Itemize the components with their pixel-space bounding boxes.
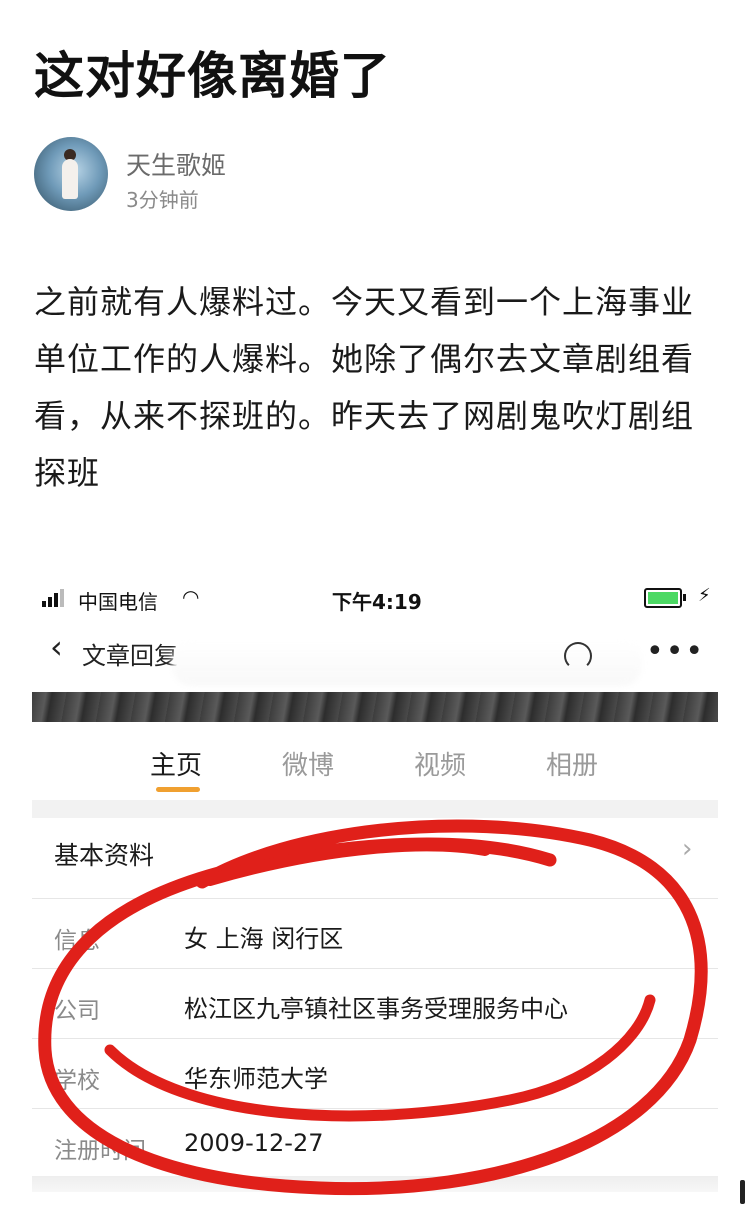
avatar-figure-body <box>62 159 78 199</box>
info-row-registered: 注册时间 2009-12-27 <box>32 1108 718 1179</box>
back-arrow-icon[interactable]: ‹ <box>50 628 63 666</box>
row-label: 公司 <box>54 998 100 1024</box>
info-row-company: 公司 松江区九亭镇社区事务受理服务中心 <box>32 968 718 1039</box>
post-body: 之前就有人爆料过。今天又看到一个上海事业单位工作的人爆料。她除了偶尔去文章剧组看… <box>34 283 695 492</box>
profile-nav-bar: ‹ 文章回复 ••• <box>32 620 718 686</box>
row-value: 女 上海 闵行区 <box>184 925 344 953</box>
more-icon[interactable]: ••• <box>646 634 705 669</box>
basic-info-header[interactable]: 基本资料 › <box>32 818 718 878</box>
status-bar: 中国电信 ◠ 下午4:19 ⚡ <box>32 580 718 618</box>
refresh-icon[interactable] <box>564 642 592 670</box>
status-time: 下午4:19 <box>332 590 422 614</box>
battery-icon <box>644 588 686 608</box>
author-avatar[interactable] <box>34 137 108 211</box>
post-time: 3分钟前 <box>126 188 199 212</box>
row-label: 信息 <box>54 928 100 954</box>
row-label: 注册时间 <box>54 1138 146 1164</box>
author-name[interactable]: 天生歌姬 <box>126 146 226 182</box>
row-value: 松江区九亭镇社区事务受理服务中心 <box>184 995 568 1023</box>
tab-album[interactable]: 相册 <box>546 745 598 782</box>
profile-name: 文章回复 <box>82 642 178 670</box>
info-row-school: 学校 华东师范大学 <box>32 1038 718 1109</box>
carrier-name: 中国电信 <box>78 590 158 614</box>
wifi-icon: ◠ <box>182 585 200 609</box>
profile-tabs: 主页 微博 视频 相册 <box>32 735 718 795</box>
tab-video[interactable]: 视频 <box>414 745 466 782</box>
post-title: 这对好像离婚了 <box>34 47 391 105</box>
chevron-right-icon: › <box>682 834 693 864</box>
charging-icon: ⚡ <box>698 585 711 606</box>
cover-image <box>32 692 718 722</box>
tab-home[interactable]: 主页 <box>150 745 202 782</box>
tab-weibo[interactable]: 微博 <box>282 745 334 782</box>
watermark-strip <box>32 1176 718 1192</box>
row-label: 学校 <box>54 1068 100 1094</box>
embedded-profile-screenshot: 中国电信 ◠ 下午4:19 ⚡ ‹ 文章回复 ••• 主页 微博 视频 相册 基… <box>32 580 718 1192</box>
row-value: 华东师范大学 <box>184 1065 328 1093</box>
scrollbar-thumb[interactable] <box>740 1180 745 1204</box>
section-divider <box>32 800 718 818</box>
info-row-gender-location: 信息 女 上海 闵行区 <box>32 898 718 969</box>
basic-info-label: 基本资料 <box>54 841 155 870</box>
signal-icon <box>42 589 64 607</box>
row-value: 2009-12-27 <box>184 1129 324 1157</box>
active-tab-indicator <box>156 787 200 792</box>
